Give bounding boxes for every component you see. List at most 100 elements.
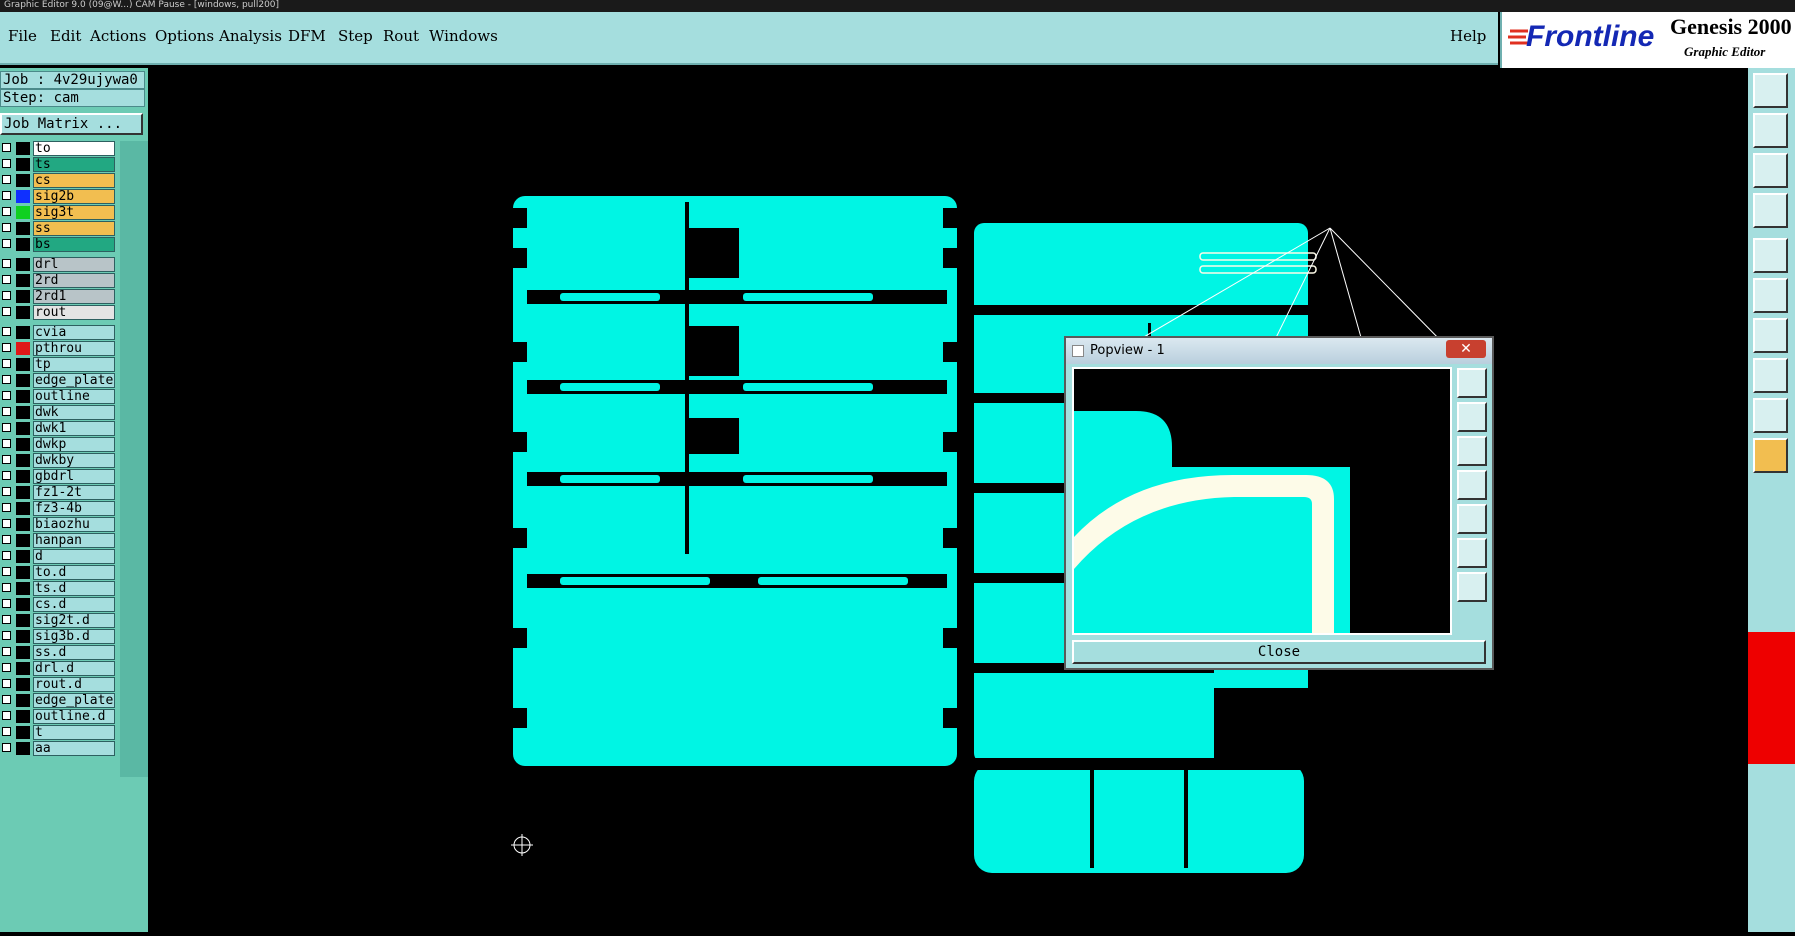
layer-name[interactable]: bs [33,237,115,252]
layer-name[interactable]: aa [33,741,115,756]
layer-name[interactable]: dwkby [33,453,115,468]
layer-color-swatch[interactable] [16,142,30,155]
layer-name[interactable]: edge_plated [33,693,115,708]
layer-color-swatch[interactable] [16,174,30,187]
pointer-icon[interactable] [1753,438,1788,473]
layer-color-swatch[interactable] [16,406,30,419]
layer-color-swatch[interactable] [16,374,30,387]
layer-row[interactable]: t [0,725,116,740]
graphic-canvas[interactable] [148,68,1748,932]
layer-row[interactable]: hanpan [0,533,116,548]
layer-name[interactable]: 2rd [33,273,115,288]
layer-row[interactable]: d [0,549,116,564]
layer-row[interactable]: to [0,141,116,156]
layer-checkbox[interactable] [2,647,11,656]
layer-name[interactable]: drl [33,257,115,272]
layer-row[interactable]: cvia [0,325,116,340]
layer-name[interactable]: fz3-4b [33,501,115,516]
layer-row[interactable]: dwkp [0,437,116,452]
layer-name[interactable]: ss.d [33,645,115,660]
layer-name[interactable]: dwk1 [33,421,115,436]
layer-name[interactable]: ts [33,157,115,172]
layer-name[interactable]: ss [33,221,115,236]
layer-checkbox[interactable] [2,407,11,416]
layer-row[interactable]: drl.d [0,661,116,676]
layer-row[interactable]: 2rd [0,273,116,288]
layer-row[interactable]: fz1-2t [0,485,116,500]
layer-row[interactable]: edge_plated [0,693,116,708]
layer-row[interactable]: sig3t [0,205,116,220]
popview-zoom-out-icon[interactable] [1457,572,1487,602]
layer-color-swatch[interactable] [16,454,30,467]
layer-color-swatch[interactable] [16,390,30,403]
layer-row[interactable]: dwk [0,405,116,420]
layer-name[interactable]: ts.d [33,581,115,596]
layer-color-swatch[interactable] [16,534,30,547]
layer-name[interactable]: tp [33,357,115,372]
layer-color-swatch[interactable] [16,566,30,579]
layer-name[interactable]: outline.d [33,709,115,724]
layer-checkbox[interactable] [2,695,11,704]
layer-row[interactable]: aa [0,741,116,756]
layer-color-swatch[interactable] [16,258,30,271]
net-icon[interactable] [1753,278,1788,313]
layer-color-swatch[interactable] [16,662,30,675]
layer-checkbox[interactable] [2,291,11,300]
layer-row[interactable]: rout [0,305,116,320]
layer-row[interactable]: fz3-4b [0,501,116,516]
popview-zoom-in-icon[interactable] [1457,368,1487,398]
layer-row[interactable]: ss.d [0,645,116,660]
layer-row[interactable]: sig3b.d [0,629,116,644]
menu-analysis[interactable]: Analysis [219,27,282,45]
layer-checkbox[interactable] [2,711,11,720]
layer-checkbox[interactable] [2,423,11,432]
layer-checkbox[interactable] [2,583,11,592]
layer-checkbox[interactable] [2,275,11,284]
layer-checkbox[interactable] [2,487,11,496]
layer-checkbox[interactable] [2,679,11,688]
measure-icon[interactable] [1753,318,1788,353]
layer-checkbox[interactable] [2,503,11,512]
layer-row[interactable]: edge_plated [0,373,116,388]
layer-row[interactable]: drl [0,257,116,272]
job-matrix-button[interactable]: Job Matrix ... [0,113,143,135]
select-icon[interactable] [1753,358,1788,393]
layer-color-swatch[interactable] [16,290,30,303]
layer-color-swatch[interactable] [16,306,30,319]
popview-viewport[interactable] [1072,367,1452,635]
layer-name[interactable]: sig2b [33,189,115,204]
layer-name[interactable]: edge_plated [33,373,115,388]
menu-file[interactable]: File [8,27,37,45]
popview-pan-up-icon[interactable] [1457,402,1487,432]
layer-color-swatch[interactable] [16,502,30,515]
layer-color-swatch[interactable] [16,326,30,339]
layer-name[interactable]: sig3b.d [33,629,115,644]
layer-row[interactable]: cs.d [0,597,116,612]
layer-checkbox[interactable] [2,359,11,368]
layer-checkbox[interactable] [2,455,11,464]
layer-color-swatch[interactable] [16,342,30,355]
layer-checkbox[interactable] [2,159,11,168]
layer-name[interactable]: outline [33,389,115,404]
layer-color-swatch[interactable] [16,470,30,483]
layer-name[interactable]: to [33,141,115,156]
menu-help[interactable]: Help [1450,27,1486,45]
layer-color-swatch[interactable] [16,550,30,563]
layer-color-swatch[interactable] [16,726,30,739]
layer-name[interactable]: biaozhu [33,517,115,532]
layer-checkbox[interactable] [2,727,11,736]
layer-color-swatch[interactable] [16,422,30,435]
layer-color-swatch[interactable] [16,630,30,643]
layer-row[interactable]: ts.d [0,581,116,596]
route-icon[interactable] [1753,193,1788,228]
layer-checkbox[interactable] [2,239,11,248]
layer-checkbox[interactable] [2,191,11,200]
layer-checkbox[interactable] [2,519,11,528]
layer-color-swatch[interactable] [16,582,30,595]
layer-name[interactable]: 2rd1 [33,289,115,304]
menu-windows[interactable]: Windows [429,27,498,45]
drc-icon[interactable] [1753,398,1788,433]
layer-color-swatch[interactable] [16,486,30,499]
layer-name[interactable]: fz1-2t [33,485,115,500]
layer-row[interactable]: sig2b [0,189,116,204]
